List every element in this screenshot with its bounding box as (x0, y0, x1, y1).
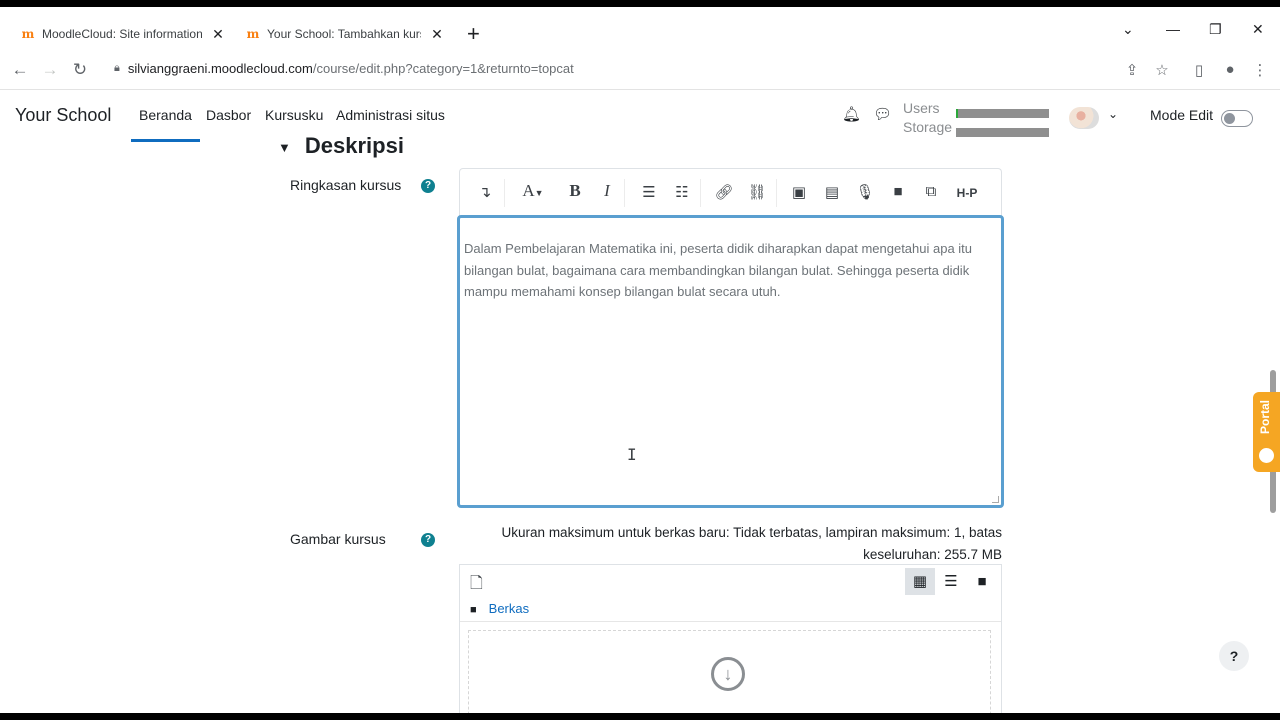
file-manager: 🗋︎ ▦ ☰ ■ ■ Berkas ↓ (459, 564, 1002, 713)
portal-logo-icon (1259, 448, 1274, 463)
italic-icon[interactable]: I (596, 181, 618, 201)
mode-edit-label: Mode Edit (1150, 107, 1214, 123)
media-icon[interactable]: ▤ (821, 183, 843, 201)
toggle-knob (1224, 113, 1235, 124)
tab-strip: m MoodleCloud: Site information f ✕ m Yo… (0, 7, 1280, 52)
toolbar-divider (700, 179, 701, 207)
profile-icon[interactable]: ● (1220, 61, 1240, 78)
summary-label: Ringkasan kursus (290, 177, 402, 193)
editor-toolbar: ↴ A▼ B I ☰ ☷ 🔗︎ ⛓︎ ▣ ▤ 🎙︎ ■ ⧉ H-P (459, 168, 1002, 216)
text-cursor-icon: I (627, 445, 637, 464)
image-icon[interactable]: ▣ (788, 183, 810, 201)
chevron-down-icon[interactable]: ⌄ (1108, 107, 1118, 121)
url-host: silvianggraeni.moodlecloud.com (127, 61, 313, 76)
font-style-icon[interactable]: A▼ (518, 181, 548, 201)
mode-edit-toggle[interactable] (1221, 110, 1253, 127)
close-tab-icon[interactable]: ✕ (429, 26, 445, 43)
file-manager-divider (460, 621, 1001, 622)
manage-files-icon[interactable]: ⧉ (920, 183, 942, 200)
bold-icon[interactable]: B (564, 181, 586, 201)
browser-tab-tambahkan-kursus[interactable]: m Your School: Tambahkan kursus ✕ (245, 21, 445, 47)
messages-icon[interactable]: 💬︎ (873, 105, 892, 123)
quota-labels: Users Storage (903, 99, 952, 137)
browser-window: m MoodleCloud: Site information f ✕ m Yo… (0, 7, 1280, 713)
forward-arrow-icon[interactable]: → (40, 60, 60, 80)
address-bar-row: ← → ↻ 🔒︎ silvianggraeni.moodlecloud.com /… (0, 52, 1280, 90)
add-file-icon[interactable]: 🗋︎ (470, 572, 483, 599)
file-drop-zone[interactable]: ↓ (468, 630, 991, 713)
record-video-icon[interactable]: ■ (887, 183, 909, 200)
file-path: ■ Berkas (470, 601, 529, 616)
ordered-list-icon[interactable]: ☷ (671, 183, 693, 201)
tab-search-icon[interactable]: ⌄ (1122, 21, 1134, 38)
help-icon[interactable]: ? (421, 179, 435, 193)
file-size-note: Ukuran maksimum untuk berkas baru: Tidak… (460, 522, 1002, 565)
moodle-navbar: Your School Beranda Dasbor Kursusku Admi… (0, 90, 1280, 142)
course-image-label: Gambar kursus (290, 531, 386, 547)
help-icon[interactable]: ? (421, 533, 435, 547)
star-icon[interactable]: ☆ (1152, 61, 1172, 79)
folder-icon: ■ (470, 604, 477, 616)
file-path-link[interactable]: Berkas (489, 601, 529, 616)
unordered-list-icon[interactable]: ☰ (638, 183, 660, 201)
moodle-favicon-icon: m (21, 27, 35, 41)
restore-icon[interactable]: ❐ (1209, 21, 1222, 38)
side-panel-icon[interactable]: ▯ (1189, 61, 1209, 79)
toolbar-divider (776, 179, 777, 207)
download-arrow-icon: ↓ (711, 657, 745, 691)
close-tab-icon[interactable]: ✕ (210, 26, 226, 43)
new-tab-icon[interactable]: + (467, 21, 480, 47)
nav-beranda[interactable]: Beranda (131, 107, 200, 142)
back-arrow-icon[interactable]: ← (10, 60, 30, 80)
help-button[interactable]: ? (1219, 641, 1249, 671)
moodle-favicon-icon: m (246, 27, 260, 41)
url-field[interactable]: 🔒︎ silvianggraeni.moodlecloud.com/course… (114, 61, 574, 76)
user-avatar[interactable] (1069, 107, 1099, 129)
users-quota-fill (956, 109, 958, 118)
list-view-icon[interactable]: ☰ (936, 568, 966, 595)
url-path: /course/edit.php?category=1&returnto=top… (312, 61, 574, 76)
users-quota-bar (956, 109, 1049, 118)
tab-title: MoodleCloud: Site information f (42, 27, 202, 41)
unlink-icon[interactable]: ⛓︎ (746, 183, 768, 201)
h5p-icon[interactable]: H-P (954, 186, 980, 200)
collapse-icon[interactable]: ↴ (474, 183, 496, 201)
file-size-note-line1: Ukuran maksimum untuk berkas baru: Tidak… (501, 525, 1002, 540)
link-icon[interactable]: 🔗︎ (713, 183, 735, 201)
lock-icon: 🔒︎ (114, 62, 120, 74)
users-label: Users (903, 100, 940, 116)
grid-view-icon[interactable]: ▦ (905, 568, 935, 595)
toolbar-divider (624, 179, 625, 207)
chevron-down-icon[interactable]: ▼ (278, 140, 291, 155)
storage-quota-bar (956, 128, 1049, 137)
section-title: Deskripsi (304, 133, 404, 158)
toolbar-divider (504, 179, 505, 207)
nav-administrasi-situs[interactable]: Administrasi situs (336, 107, 445, 123)
browser-tab-site-information[interactable]: m MoodleCloud: Site information f ✕ (20, 21, 226, 47)
nav-dasbor[interactable]: Dasbor (206, 107, 251, 123)
dropdown-caret-icon: ▼ (534, 188, 544, 198)
kebab-menu-icon[interactable]: ⋮ (1250, 61, 1270, 79)
section-header[interactable]: ▼ Deskripsi (278, 133, 404, 159)
storage-label: Storage (903, 119, 953, 135)
summary-text[interactable]: Dalam Pembelajaran Matematika ini, peser… (464, 238, 999, 303)
close-window-icon[interactable]: ✕ (1252, 21, 1264, 38)
folder-view-icon[interactable]: ■ (967, 568, 997, 595)
summary-editor[interactable]: Dalam Pembelajaran Matematika ini, peser… (457, 215, 1004, 508)
record-audio-icon[interactable]: 🎙︎ (854, 183, 876, 201)
tab-title: Your School: Tambahkan kursus (267, 27, 421, 41)
portal-label: Portal (1258, 400, 1272, 435)
notification-bell-icon[interactable]: 🔔︎ (842, 105, 861, 123)
portal-tab[interactable]: Portal (1253, 392, 1280, 472)
minimize-icon[interactable]: — (1166, 21, 1180, 37)
site-brand[interactable]: Your School (15, 105, 111, 126)
reload-icon[interactable]: ↻ (70, 60, 90, 80)
file-size-note-line2: keseluruhan: 255.7 MB (863, 546, 1002, 562)
share-icon[interactable]: ⇪ (1122, 61, 1142, 79)
nav-kursusku[interactable]: Kursusku (265, 107, 323, 123)
resize-handle[interactable] (992, 496, 999, 503)
font-style-glyph: A (522, 181, 535, 200)
